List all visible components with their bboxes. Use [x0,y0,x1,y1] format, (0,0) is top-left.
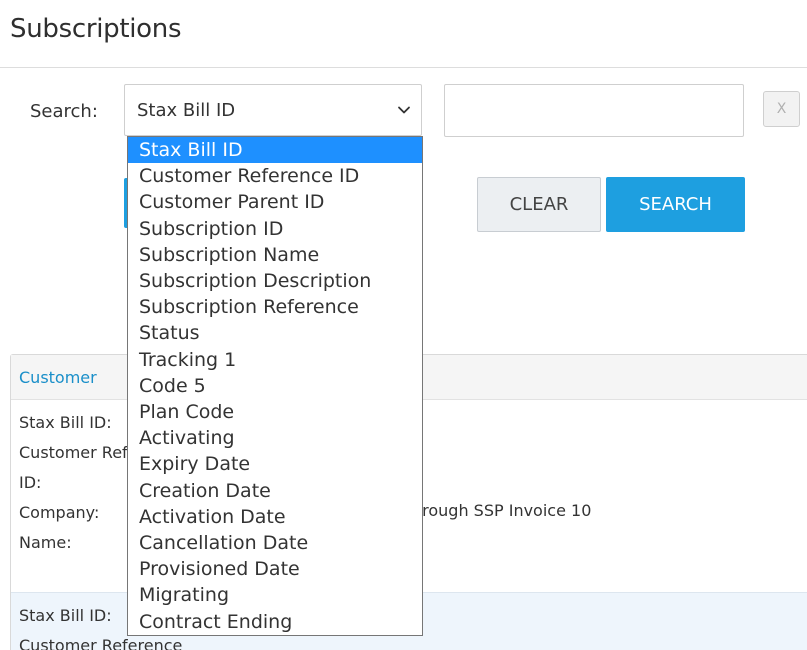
dropdown-option[interactable]: Cancellation Date [128,530,422,556]
dropdown-option[interactable]: Stax Bill ID [128,137,422,163]
customer-reference-label: Customer Ref [19,443,128,462]
search-field-dropdown-list[interactable]: Stax Bill ID Customer Reference ID Custome… [127,136,423,636]
dropdown-option[interactable]: Tracking 1 [128,347,422,373]
company-value: hrough SSP Invoice 10 [412,501,592,520]
page-title: Subscriptions [10,14,182,44]
dropdown-option[interactable]: Expiry Date [128,451,422,477]
title-divider [0,67,807,68]
dropdown-option[interactable]: Customer Parent ID [128,189,422,215]
search-input[interactable] [444,84,744,137]
stax-bill-id-label: Stax Bill ID: [19,413,112,432]
dropdown-option[interactable]: Activating [128,425,422,451]
clear-input-button[interactable]: X [763,91,800,127]
dropdown-option[interactable]: Status [128,320,422,346]
chevron-down-icon [398,106,410,114]
dropdown-option[interactable]: Customer Reference ID [128,163,422,189]
name-label: Name: [19,533,72,552]
id-label: ID: [19,473,42,492]
dropdown-option[interactable]: Creation Date [128,478,422,504]
stax-bill-id-label: Stax Bill ID: [19,606,112,625]
search-label: Search: [30,101,98,122]
company-label: Company: [19,503,100,522]
dropdown-option[interactable]: Code 5 [128,373,422,399]
clear-button[interactable]: CLEAR [477,177,601,232]
dropdown-option[interactable]: Migrating [128,582,422,608]
search-field-select[interactable]: Stax Bill ID [124,84,422,136]
search-button[interactable]: SEARCH [606,177,745,232]
search-field-selected-value: Stax Bill ID [137,100,236,121]
customer-column-header[interactable]: Customer [19,368,97,387]
dropdown-option[interactable]: Subscription Name [128,242,422,268]
dropdown-option[interactable]: Subscription Description [128,268,422,294]
customer-reference-label: Customer Reference [19,636,183,650]
dropdown-option[interactable]: Provisioned Date [128,556,422,582]
dropdown-option[interactable]: Activation Date [128,504,422,530]
dropdown-option[interactable]: Subscription Reference [128,294,422,320]
dropdown-option[interactable]: Plan Code [128,399,422,425]
dropdown-option[interactable]: Contract Ending [128,609,422,635]
dropdown-option[interactable]: Subscription ID [128,216,422,242]
subscriptions-page: Subscriptions Search: Stax Bill ID X CLE… [0,0,807,650]
